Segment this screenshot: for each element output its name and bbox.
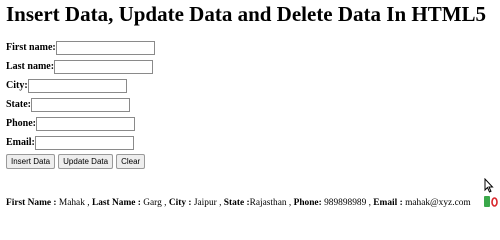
- state-label: State:: [6, 99, 31, 110]
- output-state: Rajasthan: [249, 198, 287, 208]
- last-name-row: Last name:: [6, 58, 155, 75]
- state-row: State:: [6, 96, 155, 113]
- first-name-row: First name:: [6, 39, 155, 56]
- button-row: Insert Data Update Data Clear: [6, 154, 155, 169]
- output-email: mahak@xyz.com: [405, 198, 471, 208]
- output-email-label: Email :: [373, 198, 403, 208]
- green-tray-icon: [484, 196, 490, 207]
- city-label: City:: [6, 80, 28, 91]
- phone-label: Phone:: [6, 118, 36, 129]
- phone-input[interactable]: [36, 116, 135, 131]
- last-name-input[interactable]: [54, 59, 154, 74]
- output-first-name-label: First Name :: [6, 198, 57, 208]
- output-last-name-label: Last Name :: [91, 198, 141, 208]
- data-entry-form: First name: Last name: City: State: Phon…: [6, 39, 155, 169]
- clear-button[interactable]: Clear: [116, 154, 146, 169]
- output-phone-label: Phone:: [293, 198, 322, 208]
- email-row: Email:: [6, 134, 155, 151]
- phone-row: Phone:: [6, 115, 155, 132]
- mouse-pointer-icon: [484, 178, 494, 193]
- city-row: City:: [6, 77, 155, 94]
- email-input[interactable]: [34, 135, 134, 150]
- output-last-name: Garg: [143, 198, 162, 208]
- last-name-label: Last name:: [6, 61, 55, 72]
- email-label: Email:: [6, 137, 35, 148]
- output-city-label: City :: [168, 198, 192, 208]
- output-first-name: Mahak: [58, 198, 85, 208]
- state-input[interactable]: [31, 97, 130, 112]
- first-name-input[interactable]: [55, 40, 155, 55]
- output-state-label: State :: [223, 198, 250, 208]
- record-output: First Name : Mahak , Last Name : Garg , …: [6, 198, 471, 208]
- output-city: Jaipur: [193, 198, 217, 208]
- first-name-label: First name:: [6, 42, 56, 53]
- city-input[interactable]: [27, 78, 127, 93]
- insert-data-button[interactable]: Insert Data: [6, 154, 56, 169]
- red-tray-icon: [491, 197, 498, 207]
- update-data-button[interactable]: Update Data: [58, 154, 114, 169]
- page-title: Insert Data, Update Data and Delete Data…: [6, 2, 487, 26]
- output-phone: 989898989: [324, 198, 367, 208]
